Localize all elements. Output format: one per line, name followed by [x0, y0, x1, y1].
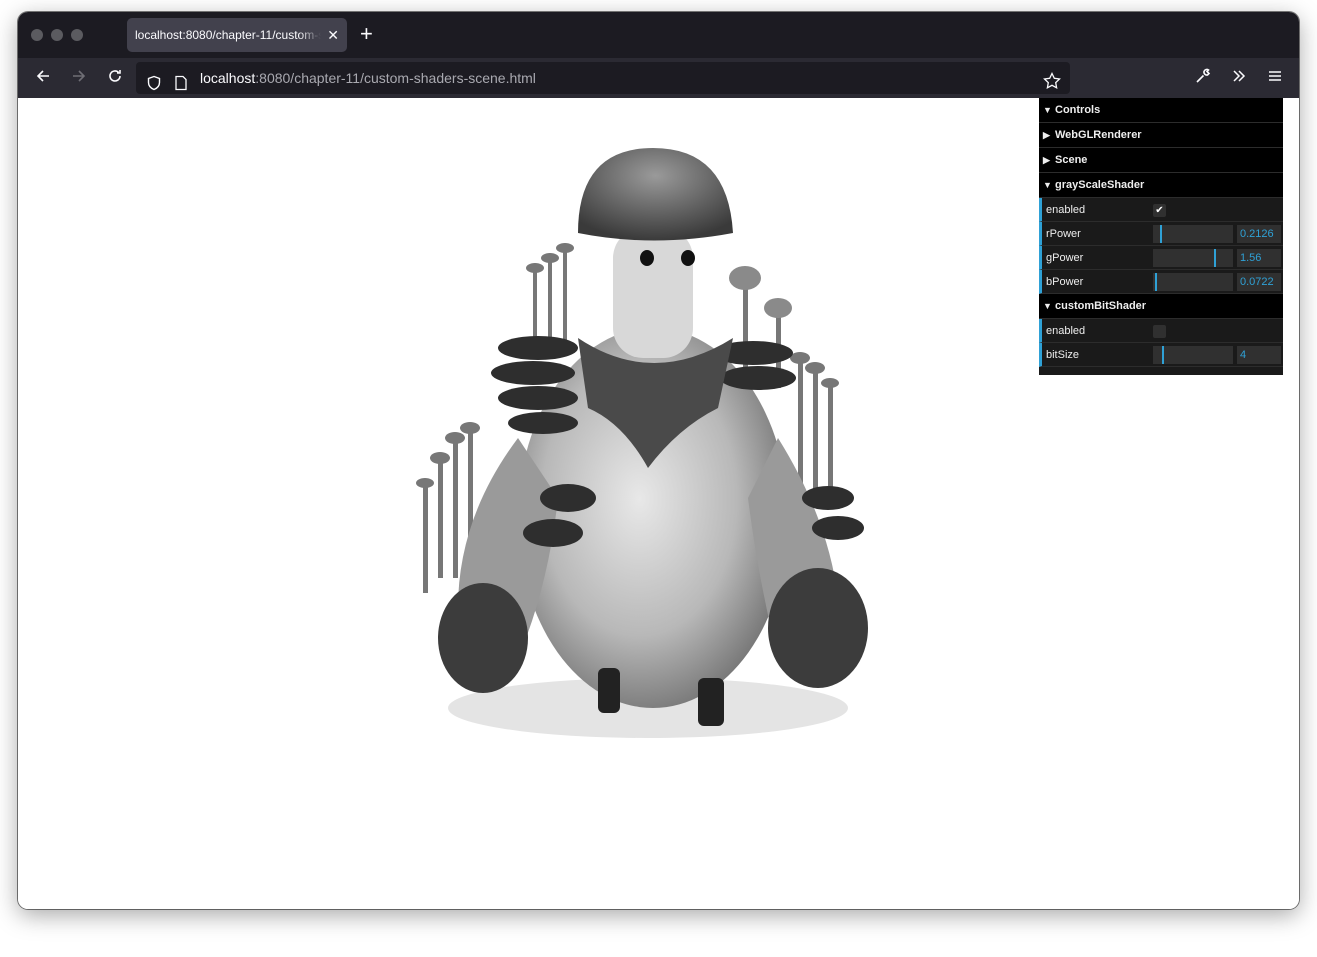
zoom-window-button[interactable]: [71, 29, 83, 41]
left-leg: [598, 668, 620, 713]
rpower-input[interactable]: 0.2126: [1237, 225, 1281, 243]
hamburger-menu-icon[interactable]: [1263, 66, 1287, 90]
left-eye: [640, 250, 654, 266]
minimize-window-button[interactable]: [51, 29, 63, 41]
controls-panel: ▼ Controls ▶ WebGLRenderer ▶ Scene ▼ graySca…: [1039, 98, 1283, 375]
chevron-down-icon: ▼: [1043, 180, 1052, 190]
grayscaleshader-label: grayScaleShader: [1055, 179, 1145, 191]
rpower-label: rPower: [1046, 228, 1081, 240]
bpower-label: bPower: [1046, 276, 1084, 288]
bitsize-label: bitSize: [1046, 349, 1080, 361]
tab-close-icon[interactable]: ✕: [327, 18, 339, 52]
gpower-row: gPower 1.56: [1039, 246, 1283, 270]
custombit-enabled-row: enabled: [1039, 319, 1283, 343]
new-tab-button[interactable]: +: [360, 22, 373, 46]
forward-icon[interactable]: [67, 66, 91, 90]
bitsize-slider-handle[interactable]: [1162, 346, 1164, 364]
chevron-right-icon: ▶: [1043, 155, 1050, 165]
reload-icon[interactable]: [103, 66, 127, 90]
head-stem: [613, 228, 693, 358]
custombitshader-label: customBitShader: [1055, 300, 1147, 312]
back-icon[interactable]: [31, 66, 55, 90]
bpower-input[interactable]: 0.0722: [1237, 273, 1281, 291]
tab-bar: localhost:8080/chapter-11/custom-shaders…: [18, 12, 1299, 58]
grayscaleshader-folder[interactable]: ▼ grayScaleShader: [1039, 173, 1283, 198]
webglrenderer-folder[interactable]: ▶ WebGLRenderer: [1039, 123, 1283, 148]
gpower-slider-handle[interactable]: [1214, 249, 1216, 267]
bookmark-star-icon[interactable]: [1043, 69, 1061, 101]
right-leg: [698, 678, 724, 726]
bpower-slider-handle[interactable]: [1155, 273, 1157, 291]
bitsize-input[interactable]: 4: [1237, 346, 1281, 364]
active-tab[interactable]: localhost:8080/chapter-11/custom-shaders…: [127, 18, 347, 52]
url-path: :8080/chapter-11/custom-shaders-scene.ht…: [255, 70, 536, 86]
url-host: localhost: [200, 70, 256, 86]
left-hand: [438, 583, 528, 693]
rpower-slider-handle[interactable]: [1160, 225, 1162, 243]
navigation-toolbar: localhost:8080/chapter-11/custom-shaders…: [18, 58, 1299, 98]
right-eye: [681, 250, 695, 266]
custombit-enabled-label: enabled: [1046, 325, 1086, 337]
overflow-chevrons-icon[interactable]: [1227, 66, 1251, 90]
url-bar[interactable]: localhost:8080/chapter-11/custom-shaders…: [136, 62, 1070, 94]
rpower-slider[interactable]: [1153, 225, 1233, 243]
chevron-down-icon: ▼: [1043, 301, 1052, 311]
right-hand: [768, 568, 868, 688]
bpower-row: bPower 0.0722: [1039, 270, 1283, 294]
custombit-enabled-checkbox[interactable]: [1153, 325, 1166, 338]
url-text: localhost:8080/chapter-11/custom-shaders…: [200, 62, 536, 94]
webglrenderer-label: WebGLRenderer: [1055, 129, 1142, 141]
mushroom-cap: [578, 148, 733, 241]
controls-folder-title[interactable]: ▼ Controls: [1039, 98, 1283, 123]
grayscale-enabled-row: enabled ✔: [1039, 198, 1283, 222]
wrench-icon[interactable]: [1191, 66, 1215, 90]
chevron-down-icon: ▼: [1043, 105, 1052, 115]
gpower-label: gPower: [1046, 252, 1084, 264]
bpower-slider[interactable]: [1153, 273, 1233, 291]
page-content: ▼ Controls ▶ WebGLRenderer ▶ Scene ▼ graySca…: [18, 98, 1299, 909]
scene-folder[interactable]: ▶ Scene: [1039, 148, 1283, 173]
controls-title: Controls: [1055, 104, 1101, 116]
bitsize-row: bitSize 4: [1039, 343, 1283, 367]
scene-label: Scene: [1055, 154, 1088, 166]
gpower-slider[interactable]: [1153, 249, 1233, 267]
bitsize-slider[interactable]: [1153, 346, 1233, 364]
chevron-right-icon: ▶: [1043, 130, 1050, 140]
scene-viewport[interactable]: [398, 138, 878, 738]
gpower-input[interactable]: 1.56: [1237, 249, 1281, 267]
grayscale-enabled-label: enabled: [1046, 204, 1086, 216]
tab-title: localhost:8080/chapter-11/custom-shaders…: [135, 28, 321, 42]
browser-window: localhost:8080/chapter-11/custom-shaders…: [18, 12, 1299, 909]
rpower-row: rPower 0.2126: [1039, 222, 1283, 246]
grayscale-enabled-checkbox[interactable]: ✔: [1153, 204, 1166, 217]
custombitshader-folder[interactable]: ▼ customBitShader: [1039, 294, 1283, 319]
close-window-button[interactable]: [31, 29, 43, 41]
